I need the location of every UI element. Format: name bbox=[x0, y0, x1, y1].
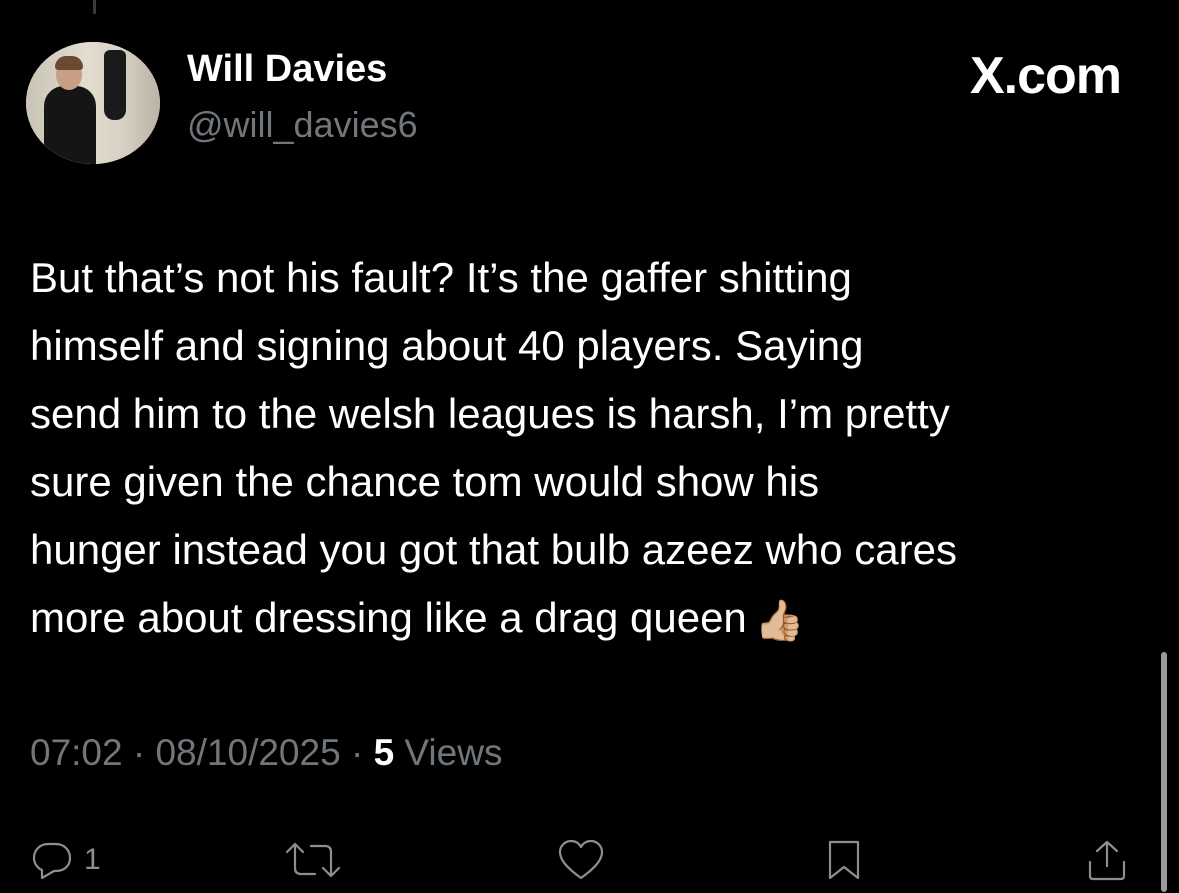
share-button[interactable] bbox=[1085, 830, 1129, 890]
tweet-meta: 07:02 · 08/10/2025 · 5 Views bbox=[30, 732, 502, 774]
tweet-text-line-last: more about dressing like a drag queen 👍🏼 bbox=[30, 584, 1160, 655]
bookmark-button[interactable] bbox=[826, 830, 862, 890]
retweet-icon bbox=[285, 842, 341, 878]
meta-separator: · bbox=[132, 732, 146, 773]
avatar[interactable] bbox=[26, 42, 160, 164]
author-display-name[interactable]: Will Davies bbox=[187, 48, 387, 91]
tweet-action-bar: 1 bbox=[0, 830, 1179, 890]
avatar-person-body bbox=[44, 86, 96, 164]
reply-icon bbox=[32, 842, 72, 880]
tweet-text: But that’s not his fault? It’s the gaffe… bbox=[30, 244, 1160, 655]
reply-count: 1 bbox=[84, 843, 101, 876]
tweet-text-line: hunger instead you got that bulb azeez w… bbox=[30, 526, 957, 573]
tweet-text-line: But that’s not his fault? It’s the gaffe… bbox=[30, 254, 852, 301]
like-button[interactable] bbox=[556, 830, 606, 890]
reply-button[interactable]: 1 bbox=[30, 830, 101, 890]
avatar-person-hair bbox=[55, 56, 83, 70]
thumbs-up-emoji: 👍🏼 bbox=[754, 598, 805, 643]
bookmark-icon bbox=[828, 840, 860, 880]
views-count: 5 bbox=[373, 732, 395, 773]
tweet-text-line: sure given the chance tom would show his bbox=[30, 458, 820, 505]
avatar-hanging-coat bbox=[104, 50, 126, 120]
tweet-time[interactable]: 07:02 bbox=[30, 732, 123, 773]
meta-separator: · bbox=[350, 732, 364, 773]
thread-connector-line bbox=[93, 0, 96, 14]
views-label: Views bbox=[404, 732, 503, 773]
tweet-text-line: more about dressing like a drag queen bbox=[30, 594, 747, 641]
tweet-text-line: himself and signing about 40 players. Sa… bbox=[30, 322, 864, 369]
x-brand-logo: X.com bbox=[969, 47, 1122, 105]
tweet-date[interactable]: 08/10/2025 bbox=[155, 732, 340, 773]
heart-icon bbox=[558, 839, 604, 880]
tweet-text-line: send him to the welsh leagues is harsh, … bbox=[30, 390, 950, 437]
share-icon bbox=[1088, 840, 1126, 881]
retweet-button[interactable] bbox=[283, 830, 343, 890]
author-handle[interactable]: @will_davies6 bbox=[187, 104, 418, 146]
scrollbar[interactable] bbox=[1161, 652, 1167, 892]
tweet-screenshot: Will Davies @will_davies6 X.com But that… bbox=[0, 0, 1179, 893]
